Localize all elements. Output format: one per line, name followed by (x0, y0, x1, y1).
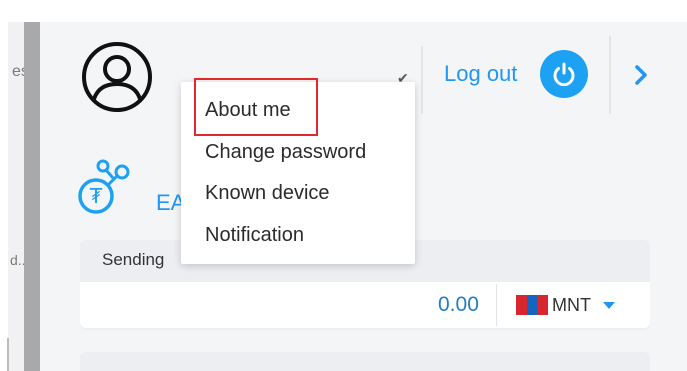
sending-amount-label: Sending (102, 250, 165, 269)
logout-button[interactable]: Log out (444, 61, 517, 87)
mongolia-flag-icon (516, 295, 549, 315)
menu-item-change-password[interactable]: Change password (205, 141, 366, 164)
divider (7, 338, 9, 371)
header-divider-right (609, 36, 611, 114)
chevron-right-icon[interactable] (630, 60, 652, 90)
currency-divider (496, 284, 497, 326)
menu-highlight-box (194, 78, 318, 136)
amount-value[interactable]: 0.00 (438, 293, 479, 317)
caret-down-icon[interactable] (603, 301, 615, 309)
svg-text:₮: ₮ (90, 184, 103, 208)
currency-select[interactable]: MNT (516, 286, 615, 324)
left-panel-border (24, 22, 40, 371)
user-circle-icon[interactable] (80, 40, 154, 114)
currency-code: MNT (552, 294, 591, 315)
page: es d... ✔ Log out ₮ EA Sending 0.00 MNT … (0, 0, 687, 371)
tugrik-coin-icon: ₮ (76, 158, 136, 218)
menu-item-known-device[interactable]: Known device (205, 182, 330, 205)
receiving-account-card (80, 352, 650, 371)
header-divider (421, 46, 423, 114)
power-icon[interactable] (540, 50, 588, 98)
menu-item-notification[interactable]: Notification (205, 224, 304, 247)
